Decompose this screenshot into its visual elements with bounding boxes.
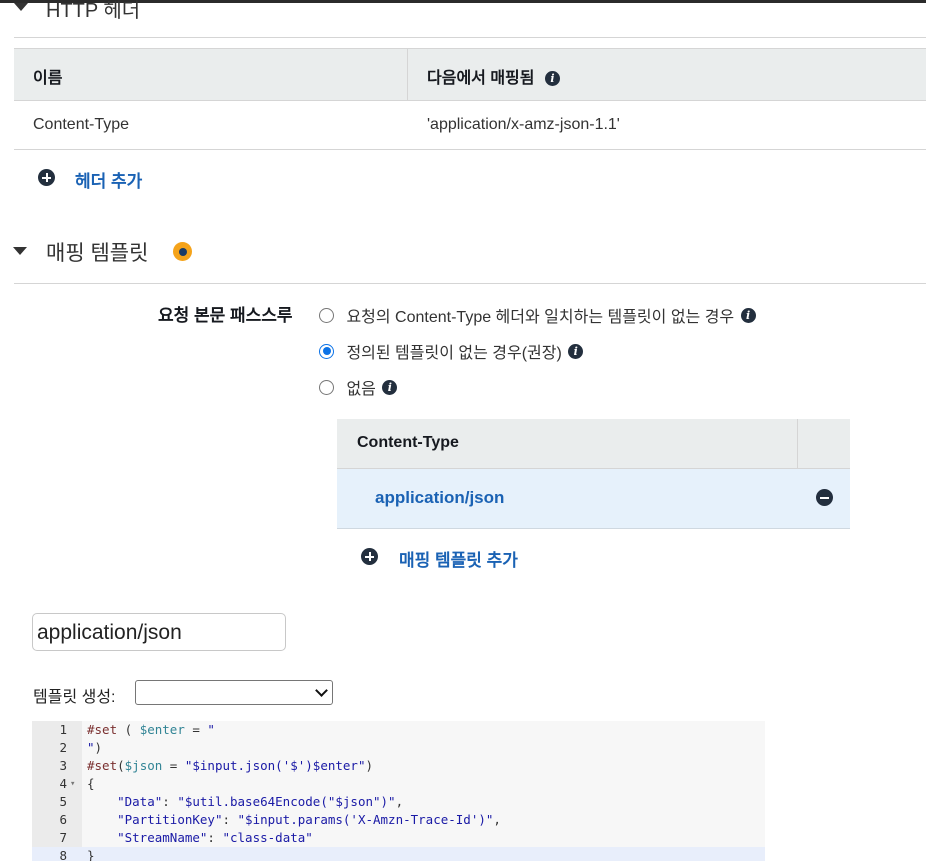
table-header: Content-Type: [337, 419, 850, 469]
code-text: "StreamName": "class-data": [117, 830, 313, 845]
line-number: 3: [59, 758, 67, 773]
passthrough-option-never[interactable]: 없음 i: [319, 375, 398, 399]
add-header-link[interactable]: 헤더 추가: [75, 167, 142, 192]
divider: [14, 283, 926, 284]
table-header: 이름 다음에서 매핑됨 i: [14, 48, 926, 101]
content-type-link[interactable]: application/json: [375, 488, 504, 508]
code-line: 6 "PartitionKey": "$input.params('X-Amzn…: [32, 811, 765, 829]
option-label: 정의된 템플릿이 없는 경우(권장): [346, 345, 562, 362]
radio-button[interactable]: [319, 379, 334, 395]
mapping-template-title: 매핑 템플릿: [46, 242, 149, 265]
column-mapped-from-label: 다음에서 매핑됨: [427, 70, 535, 87]
code-line: 5 "Data": "$util.base64Encode("$json")",: [32, 793, 765, 811]
content-type-table: Content-Type application/json: [337, 419, 850, 529]
code-text: "): [87, 740, 103, 755]
mapped-from-cell[interactable]: 'application/x-amz-json-1.1': [427, 116, 620, 134]
code-text: "Data": "$util.base64Encode("$json")",: [117, 794, 404, 809]
generate-template-label: 템플릿 생성:: [33, 689, 116, 706]
code-text: "PartitionKey": "$input.params('X-Amzn-T…: [117, 812, 501, 827]
divider: [14, 37, 926, 38]
line-number: 6: [59, 812, 67, 827]
info-icon[interactable]: i: [382, 379, 398, 395]
radio-button[interactable]: [319, 307, 334, 323]
code-line: 7 "StreamName": "class-data": [32, 829, 765, 847]
line-number: 5: [59, 794, 67, 809]
content-type-header: Content-Type: [357, 434, 459, 451]
collapse-toggle-icon[interactable]: [14, 3, 28, 11]
plus-circle-icon: [38, 169, 55, 186]
line-number: 1: [59, 722, 67, 737]
code-line: 2 "): [32, 739, 765, 757]
line-number: 7: [59, 830, 67, 845]
code-line: 4 ▾ {: [32, 775, 765, 793]
column-separator: [797, 419, 798, 468]
http-header-table: 이름 다음에서 매핑됨 i Content-Type 'application/…: [14, 48, 926, 150]
generate-template-select[interactable]: [135, 680, 333, 705]
table-row-selected[interactable]: application/json: [337, 469, 850, 529]
code-text: #set($json = "$input.json('$')$enter"): [87, 758, 374, 773]
code-text: {: [87, 776, 95, 791]
passthrough-option-when-no-templates[interactable]: 정의된 템플릿이 없는 경우(권장) i: [319, 339, 584, 363]
info-icon[interactable]: i: [544, 71, 560, 87]
column-name-header: 이름: [33, 70, 63, 87]
code-text: }: [87, 848, 95, 861]
code-text: #set ( $enter = ": [87, 722, 215, 737]
code-line: 1 #set ( $enter = ": [32, 721, 765, 739]
http-header-title: HTTP 헤더: [46, 0, 141, 22]
add-mapping-template-link[interactable]: 매핑 템플릿 추가: [399, 546, 518, 571]
passthrough-option-when-no-match[interactable]: 요청의 Content-Type 헤더와 일치하는 템플릿이 없는 경우 i: [319, 303, 756, 327]
info-icon[interactable]: i: [740, 307, 756, 323]
code-line-active: 8 }: [32, 847, 765, 861]
collapse-toggle-icon[interactable]: [13, 247, 27, 255]
code-line: 3 #set($json = "$input.json('$')$enter"): [32, 757, 765, 775]
option-label: 없음: [346, 381, 376, 398]
add-header-button[interactable]: [38, 169, 55, 191]
column-separator: [407, 49, 408, 100]
add-mapping-template-button[interactable]: [361, 548, 378, 570]
option-label: 요청의 Content-Type 헤더와 일치하는 템플릿이 없는 경우: [346, 309, 735, 326]
remove-icon[interactable]: [816, 489, 833, 506]
template-code-editor[interactable]: 1 #set ( $enter = " 2 ") 3 #set($json = …: [32, 721, 765, 861]
required-indicator-icon: [173, 242, 192, 261]
line-number: 2: [59, 740, 67, 755]
chevron-down-icon: [315, 684, 328, 697]
content-type-input[interactable]: application/json: [32, 613, 286, 651]
plus-circle-icon: [361, 548, 378, 565]
passthrough-label: 요청 본문 패스스루: [158, 306, 293, 325]
header-name-cell: Content-Type: [33, 116, 130, 133]
fold-arrow-icon[interactable]: ▾: [70, 775, 75, 793]
radio-button-selected[interactable]: [319, 343, 334, 359]
line-number: 8: [59, 848, 67, 861]
info-icon[interactable]: i: [568, 343, 584, 359]
column-mapped-from-header: 다음에서 매핑됨 i: [427, 64, 560, 88]
table-row: Content-Type 'application/x-amz-json-1.1…: [14, 101, 926, 150]
line-number: 4: [59, 776, 67, 791]
